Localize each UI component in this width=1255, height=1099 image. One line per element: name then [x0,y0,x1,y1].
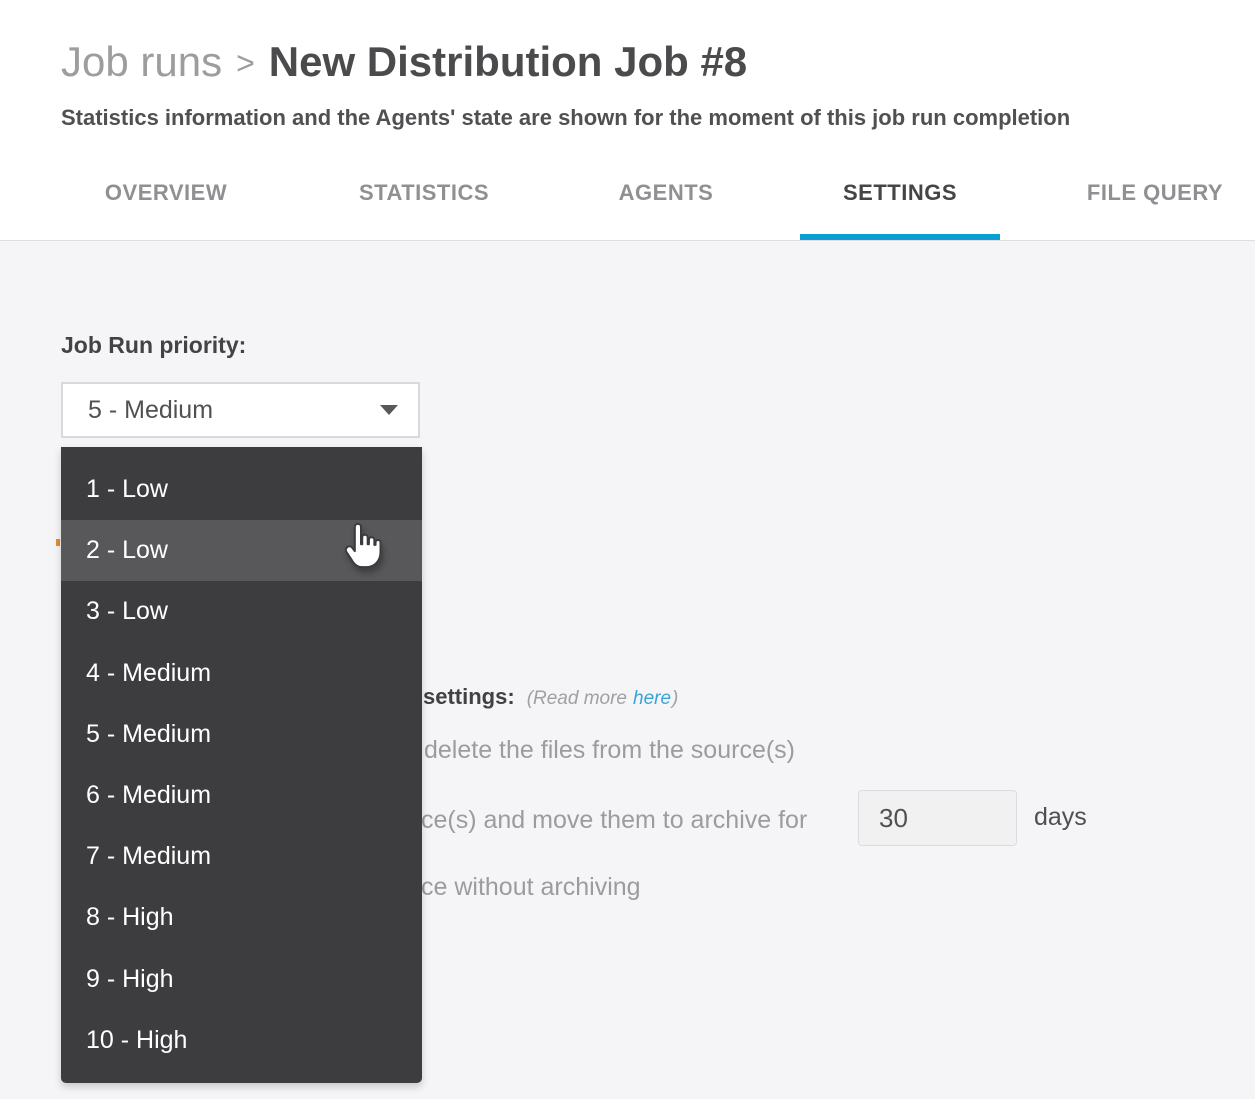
tab-settings[interactable]: SETTINGS [843,180,957,206]
tab-statistics[interactable]: STATISTICS [359,180,489,206]
dropdown-option-10-high[interactable]: 10 - High [61,1010,422,1071]
dropdown-option-4-medium[interactable]: 4 - Medium [61,643,422,704]
read-more-link[interactable]: here [633,688,671,709]
transfer-settings-heading-row: settings: (Read more here) [423,684,678,710]
breadcrumb-job-runs[interactable]: Job runs [61,38,222,86]
without-archiving-option-fragment: ce without archiving [421,873,641,902]
job-run-settings-page: Job runs > New Distribution Job #8 Stati… [0,0,1255,1099]
tab-file-query[interactable]: FILE QUERY [1087,180,1223,206]
page-subtitle: Statistics information and the Agents' s… [61,105,1070,131]
settings-heading-fragment: settings: [423,684,515,710]
priority-select-value: 5 - Medium [88,396,213,425]
tab-overview[interactable]: OVERVIEW [105,180,227,206]
dropdown-option-5-medium[interactable]: 5 - Medium [61,704,422,765]
tabs-divider [0,240,1255,241]
read-more-suffix: ) [672,688,678,709]
page-title: New Distribution Job #8 [269,38,747,86]
read-more-prefix: (Read more [527,688,627,709]
archive-days-unit: days [1034,803,1087,832]
job-run-priority-label: Job Run priority: [61,332,246,359]
dropdown-option-6-medium[interactable]: 6 - Medium [61,765,422,826]
breadcrumb-separator: > [236,45,255,82]
read-more-text: (Read more here) [527,688,679,710]
move-to-archive-option-fragment: ce(s) and move them to archive for [421,806,807,835]
hidden-element-sliver [56,539,60,546]
tab-agents[interactable]: AGENTS [619,180,714,206]
priority-select[interactable]: 5 - Medium [61,382,420,438]
archive-days-input[interactable] [858,790,1017,846]
dropdown-option-1-low[interactable]: 1 - Low [61,459,422,520]
dropdown-option-3-low[interactable]: 3 - Low [61,581,422,642]
dropdown-option-8-high[interactable]: 8 - High [61,887,422,948]
hand-cursor-icon [340,521,382,575]
delete-from-source-option-fragment: delete the files from the source(s) [424,736,795,765]
dropdown-option-9-high[interactable]: 9 - High [61,949,422,1010]
chevron-down-icon [380,405,398,415]
breadcrumb: Job runs > New Distribution Job #8 [61,38,747,86]
dropdown-option-7-medium[interactable]: 7 - Medium [61,826,422,887]
